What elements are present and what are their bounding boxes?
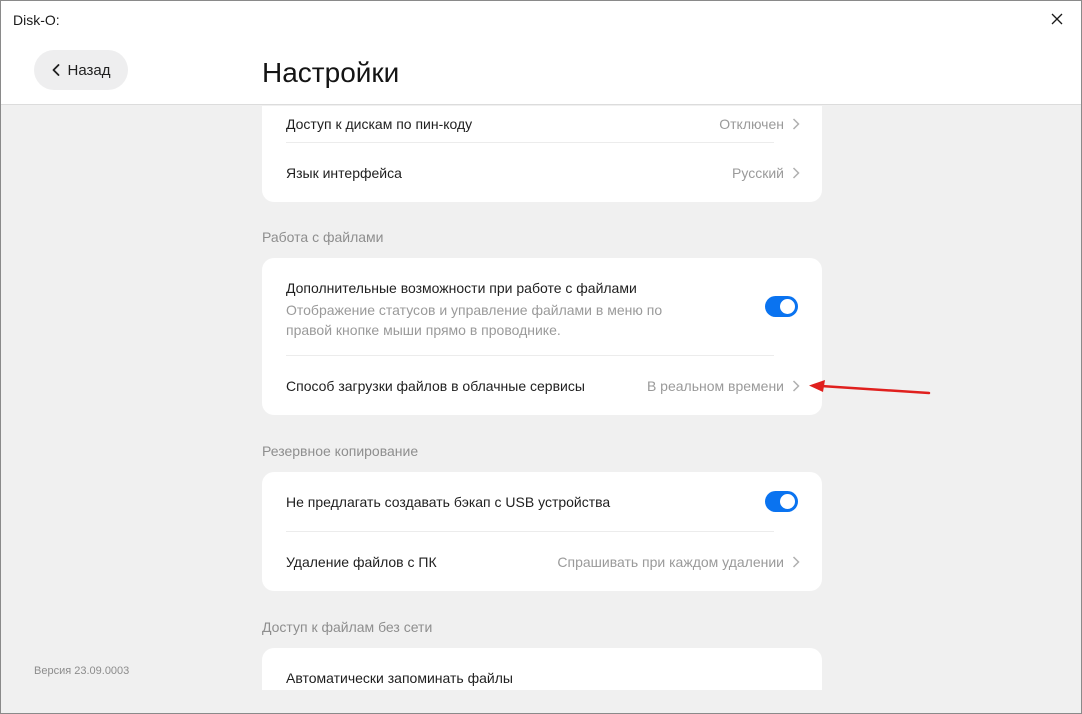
extended-features-row: Дополнительные возможности при работе с … xyxy=(262,258,822,355)
pin-access-value: Отключен xyxy=(719,116,784,132)
page-header: Назад Настройки xyxy=(1,41,1081,105)
extended-features-label: Дополнительные возможности при работе с … xyxy=(286,280,637,296)
pin-access-row[interactable]: Доступ к дискам по пин-коду Отключен xyxy=(262,106,822,142)
no-usb-backup-toggle[interactable] xyxy=(765,491,798,512)
back-button[interactable]: Назад xyxy=(34,50,128,90)
files-section-title: Работа с файлами xyxy=(262,229,384,245)
auto-remember-row: Автоматически запоминать файлы xyxy=(262,648,822,690)
general-settings-card: Доступ к дискам по пин-коду Отключен Язы… xyxy=(262,106,822,202)
title-bar: Disk-O: xyxy=(1,1,1081,41)
language-value: Русский xyxy=(732,164,784,181)
upload-method-row[interactable]: Способ загрузки файлов в облачные сервис… xyxy=(262,356,822,415)
app-title: Disk-O: xyxy=(13,12,60,28)
annotation-arrow-icon xyxy=(809,380,931,395)
app-version: Версия 23.09.0003 xyxy=(34,665,130,677)
extended-features-toggle[interactable] xyxy=(765,296,798,317)
auto-remember-label: Автоматически запоминать файлы xyxy=(286,670,513,686)
pin-access-label: Доступ к дискам по пин-коду xyxy=(286,116,473,132)
offline-section-title: Доступ к файлам без сети xyxy=(262,619,433,635)
close-icon xyxy=(1051,13,1063,25)
backup-section-title: Резервное копирование xyxy=(262,443,419,459)
chevron-right-icon xyxy=(792,118,800,130)
chevron-right-icon xyxy=(792,166,800,179)
app-window: Disk-O: Назад Настройки Доступ к дискам … xyxy=(0,0,1082,714)
backup-settings-card: Не предлагать создавать бэкап с USB устр… xyxy=(262,472,822,591)
upload-method-label: Способ загрузки файлов в облачные сервис… xyxy=(286,377,585,394)
no-usb-backup-row: Не предлагать создавать бэкап с USB устр… xyxy=(262,472,822,531)
chevron-left-icon xyxy=(52,64,59,76)
extended-features-description: Отображение статусов и управление файлам… xyxy=(286,302,663,338)
delete-files-value: Спрашивать при каждом удалении xyxy=(557,553,784,570)
language-label: Язык интерфейса xyxy=(286,164,402,181)
language-row[interactable]: Язык интерфейса Русский xyxy=(262,143,822,202)
close-button[interactable] xyxy=(1043,5,1071,33)
page-title: Настройки xyxy=(262,57,400,88)
chevron-right-icon xyxy=(792,555,800,568)
back-button-label: Назад xyxy=(67,61,111,79)
files-settings-card: Дополнительные возможности при работе с … xyxy=(262,258,822,415)
delete-files-label: Удаление файлов с ПК xyxy=(286,553,437,570)
delete-files-row[interactable]: Удаление файлов с ПК Спрашивать при кажд… xyxy=(262,532,822,591)
no-usb-backup-label: Не предлагать создавать бэкап с USB устр… xyxy=(286,493,611,510)
offline-settings-card: Автоматически запоминать файлы xyxy=(262,648,822,690)
upload-method-value: В реальном времени xyxy=(646,377,784,394)
chevron-right-icon xyxy=(792,379,800,392)
